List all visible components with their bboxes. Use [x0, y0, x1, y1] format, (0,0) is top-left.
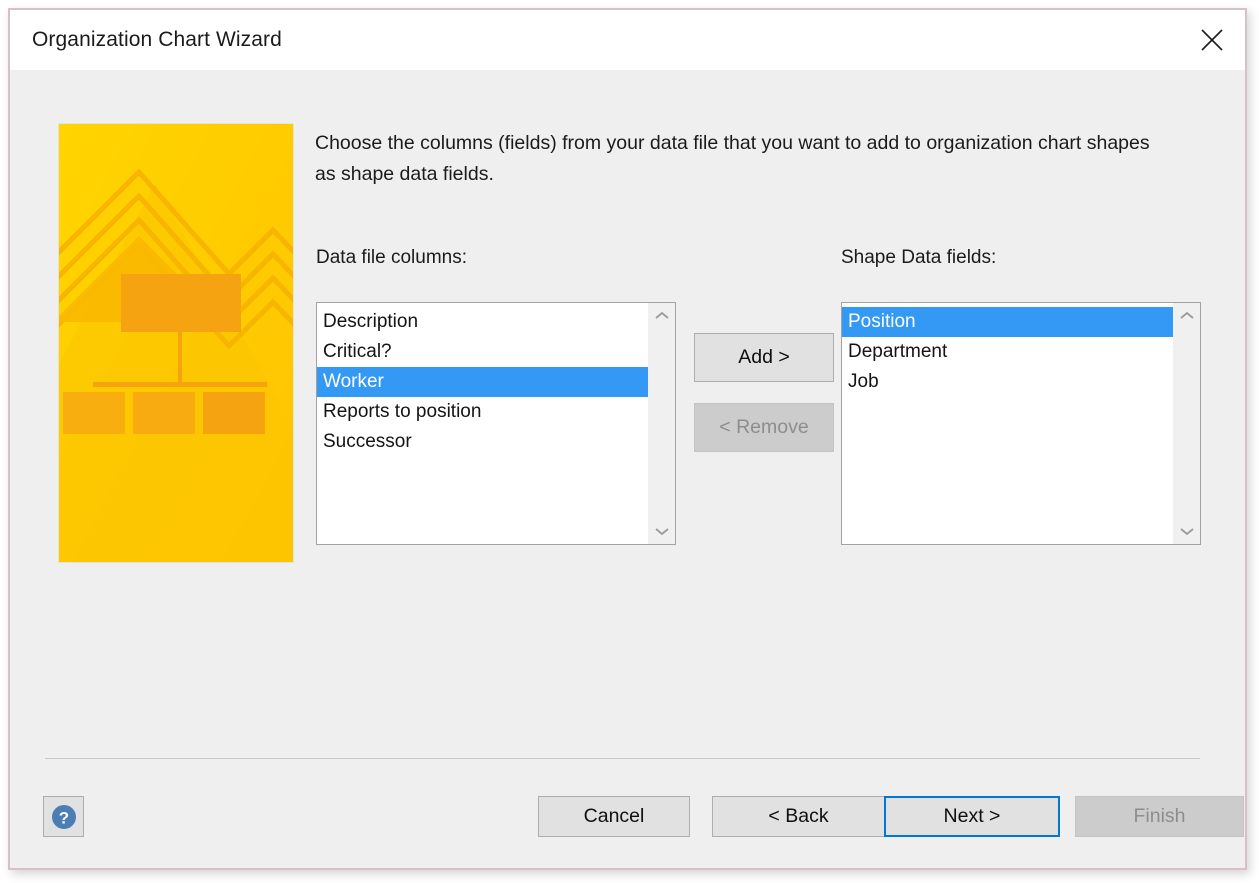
list-item[interactable]: Position	[842, 307, 1173, 337]
dialog-body: Choose the columns (fields) from your da…	[10, 70, 1245, 868]
organization-chart-wizard-dialog: Organization Chart Wizard	[8, 8, 1247, 870]
list-item[interactable]: Worker	[317, 367, 648, 397]
shape-data-fields-label: Shape Data fields:	[841, 247, 996, 269]
cancel-button[interactable]: Cancel	[538, 796, 690, 837]
wizard-illustration	[58, 123, 294, 563]
next-button[interactable]: Next >	[884, 796, 1060, 837]
close-icon	[1199, 27, 1225, 53]
list-item[interactable]: Description	[317, 307, 648, 337]
chevron-down-icon	[1179, 526, 1195, 536]
help-question-icon: ?	[49, 802, 79, 832]
chevron-up-icon	[1179, 311, 1195, 321]
data-file-columns-scrollbar[interactable]	[648, 303, 675, 544]
data-file-columns-items: Description Critical? Worker Reports to …	[317, 303, 648, 544]
next-button-label: Next >	[944, 805, 1001, 828]
data-file-columns-listbox[interactable]: Description Critical? Worker Reports to …	[316, 302, 676, 545]
scroll-down-button[interactable]	[653, 525, 671, 537]
close-button[interactable]	[1179, 11, 1245, 69]
chevron-down-icon	[654, 526, 670, 536]
finish-button-label: Finish	[1133, 805, 1185, 828]
org-chart-banner-icon	[59, 124, 293, 562]
data-file-columns-label: Data file columns:	[316, 247, 467, 269]
remove-button: < Remove	[694, 403, 834, 452]
back-button[interactable]: < Back	[712, 796, 885, 837]
chevron-up-icon	[654, 311, 670, 321]
help-button[interactable]: ?	[43, 796, 84, 837]
scroll-up-button[interactable]	[653, 310, 671, 322]
footer-separator	[45, 758, 1200, 759]
add-button[interactable]: Add >	[694, 333, 834, 382]
list-item[interactable]: Reports to position	[317, 397, 648, 427]
list-item[interactable]: Job	[842, 367, 1173, 397]
shape-data-fields-items: Position Department Job	[842, 303, 1173, 544]
instruction-text: Choose the columns (fields) from your da…	[315, 128, 1165, 190]
finish-button: Finish	[1075, 796, 1244, 837]
add-button-label: Add >	[738, 346, 790, 369]
back-button-label: < Back	[768, 805, 828, 828]
list-item[interactable]: Department	[842, 337, 1173, 367]
cancel-button-label: Cancel	[584, 805, 645, 828]
scroll-up-button[interactable]	[1178, 310, 1196, 322]
scroll-down-button[interactable]	[1178, 525, 1196, 537]
shape-data-fields-listbox[interactable]: Position Department Job	[841, 302, 1201, 545]
dialog-title: Organization Chart Wizard	[32, 28, 282, 52]
svg-text:?: ?	[58, 808, 68, 827]
list-item[interactable]: Critical?	[317, 337, 648, 367]
dialog-title-bar: Organization Chart Wizard	[10, 10, 1245, 70]
list-item[interactable]: Successor	[317, 427, 648, 457]
remove-button-label: < Remove	[719, 416, 808, 439]
shape-data-fields-scrollbar[interactable]	[1173, 303, 1200, 544]
